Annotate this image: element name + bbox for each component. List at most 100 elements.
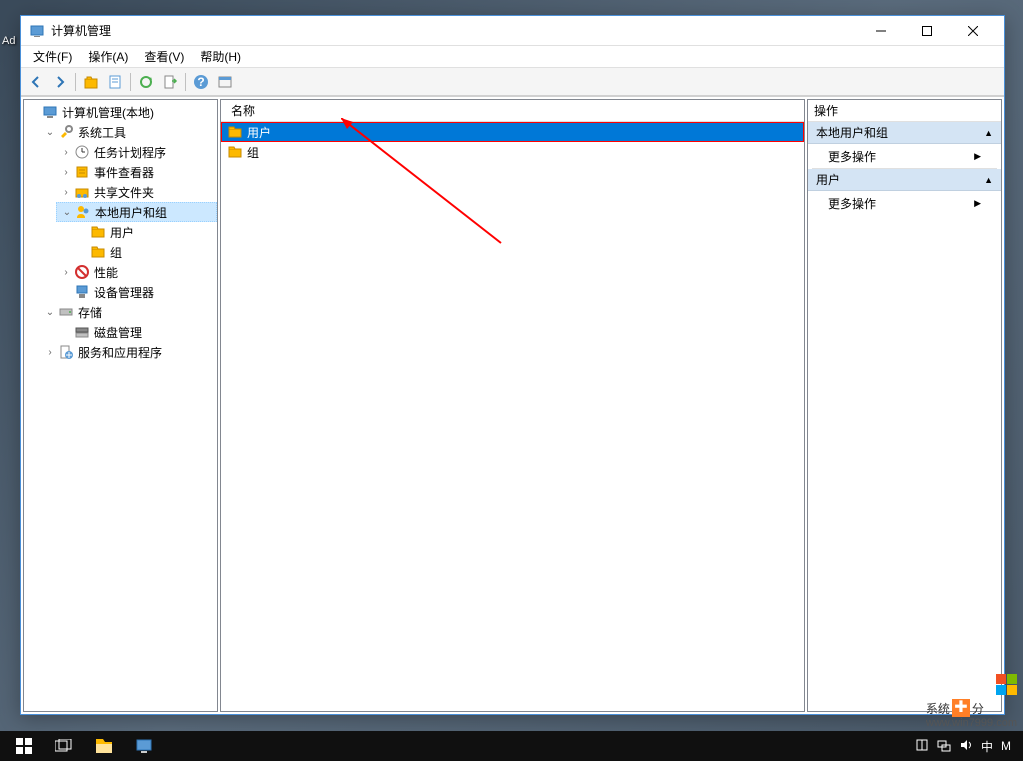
system-tray[interactable]: 中 M <box>907 738 1019 755</box>
tree-task-scheduler[interactable]: › 任务计划程序 <box>56 142 217 162</box>
tray-m[interactable]: M <box>1001 739 1011 753</box>
users-groups-icon <box>75 204 91 220</box>
list-item-label: 组 <box>247 144 259 161</box>
menu-view[interactable]: 查看(V) <box>136 46 192 67</box>
menu-file[interactable]: 文件(F) <box>25 46 80 67</box>
tree-label: 磁盘管理 <box>94 324 142 341</box>
maximize-button[interactable] <box>904 16 950 46</box>
tree-label: 服务和应用程序 <box>78 344 162 361</box>
watermark: 系统 ✚ 分 www.win7999.com <box>926 673 1017 729</box>
folder-icon <box>90 224 106 240</box>
tree-label: 存储 <box>78 304 102 321</box>
collapse-icon[interactable]: ▲ <box>984 128 993 138</box>
clock-icon <box>74 144 90 160</box>
file-explorer-button[interactable] <box>84 731 124 761</box>
chevron-right-icon[interactable]: › <box>58 144 74 160</box>
tree-root[interactable]: 计算机管理(本地) <box>24 102 217 122</box>
computer-management-window: 计算机管理 文件(F) 操作(A) 查看(V) 帮助(H) ? <box>20 15 1005 715</box>
tree-storage[interactable]: ⌄ 存储 <box>40 302 217 322</box>
tray-network-icon[interactable] <box>937 738 951 755</box>
shared-folder-icon <box>74 184 90 200</box>
forward-button[interactable] <box>49 71 71 93</box>
chevron-down-icon[interactable]: ⌄ <box>59 204 75 220</box>
properties-button[interactable] <box>104 71 126 93</box>
chevron-right-icon: ▶ <box>974 198 981 209</box>
export-button[interactable] <box>159 71 181 93</box>
content-area: 计算机管理(本地) ⌄ 系统工具 › 任务计划程序 <box>21 96 1004 714</box>
list-panel[interactable]: 名称 用户 组 <box>220 99 805 712</box>
show-hide-button[interactable] <box>214 71 236 93</box>
device-icon <box>74 284 90 300</box>
toolbar-separator <box>75 73 76 91</box>
tree-users[interactable]: 用户 <box>72 222 217 242</box>
performance-icon <box>74 264 90 280</box>
tree-label: 共享文件夹 <box>94 184 154 201</box>
collapse-icon[interactable]: ▲ <box>984 175 993 185</box>
list-item-label: 用户 <box>247 124 271 141</box>
windows-logo-icon <box>996 674 1017 695</box>
chevron-right-icon: ▶ <box>974 151 981 162</box>
chevron-down-icon[interactable]: ⌄ <box>42 304 58 320</box>
folder-icon <box>90 244 106 260</box>
column-name[interactable]: 名称 <box>227 102 259 119</box>
tree-expander[interactable] <box>26 104 42 120</box>
help-button[interactable]: ? <box>190 71 212 93</box>
storage-icon <box>58 304 74 320</box>
minimize-button[interactable] <box>858 16 904 46</box>
tree-shared-folders[interactable]: › 共享文件夹 <box>56 182 217 202</box>
tree-groups[interactable]: 组 <box>72 242 217 262</box>
toolbar: ? <box>21 68 1004 96</box>
tree-event-viewer[interactable]: › 事件查看器 <box>56 162 217 182</box>
mmc-app-button[interactable] <box>124 731 164 761</box>
tree-disk-management[interactable]: 磁盘管理 <box>56 322 217 342</box>
refresh-button[interactable] <box>135 71 157 93</box>
tree-panel[interactable]: 计算机管理(本地) ⌄ 系统工具 › 任务计划程序 <box>23 99 218 712</box>
tree-performance[interactable]: › 性能 <box>56 262 217 282</box>
tools-icon <box>58 124 74 140</box>
start-button[interactable] <box>4 731 44 761</box>
action-more-1[interactable]: 更多操作 ▶ <box>808 144 1001 168</box>
up-button[interactable] <box>80 71 102 93</box>
tree-local-users-groups[interactable]: ⌄ 本地用户和组 <box>56 202 217 222</box>
taskbar[interactable]: 中 M <box>0 731 1023 761</box>
chevron-right-icon[interactable]: › <box>58 164 74 180</box>
window-title: 计算机管理 <box>51 22 858 39</box>
back-button[interactable] <box>25 71 47 93</box>
task-view-button[interactable] <box>44 731 84 761</box>
tree-services-apps[interactable]: › 服务和应用程序 <box>40 342 217 362</box>
tree-device-manager[interactable]: 设备管理器 <box>56 282 217 302</box>
list-item-users[interactable]: 用户 <box>221 122 804 142</box>
event-icon <box>74 164 90 180</box>
menu-help[interactable]: 帮助(H) <box>192 46 249 67</box>
titlebar[interactable]: 计算机管理 <box>21 16 1004 46</box>
tray-volume-icon[interactable] <box>959 738 973 755</box>
chevron-right-icon[interactable]: › <box>58 184 74 200</box>
actions-header: 操作 <box>808 100 1001 122</box>
tree-label: 设备管理器 <box>94 284 154 301</box>
close-button[interactable] <box>950 16 996 46</box>
folder-icon <box>227 144 243 160</box>
tree-system-tools[interactable]: ⌄ 系统工具 <box>40 122 217 142</box>
actions-panel: 操作 本地用户和组 ▲ 更多操作 ▶ 用户 ▲ 更多操作 ▶ <box>807 99 1002 712</box>
svg-text:?: ? <box>197 75 204 89</box>
list-item-groups[interactable]: 组 <box>221 142 804 162</box>
chevron-down-icon[interactable]: ⌄ <box>42 124 58 140</box>
tree-label: 计算机管理(本地) <box>62 104 154 121</box>
tree-label: 系统工具 <box>78 124 126 141</box>
tree-label: 性能 <box>94 264 118 281</box>
tree-label: 组 <box>110 244 122 261</box>
disk-icon <box>74 324 90 340</box>
tray-ime[interactable]: 中 <box>981 738 993 755</box>
menu-action[interactable]: 操作(A) <box>80 46 136 67</box>
folder-icon <box>227 124 243 140</box>
tray-device-icon[interactable] <box>915 738 929 755</box>
chevron-right-icon[interactable]: › <box>42 344 58 360</box>
toolbar-separator <box>185 73 186 91</box>
list-header[interactable]: 名称 <box>221 100 804 122</box>
action-section-users[interactable]: 用户 ▲ <box>808 169 1001 191</box>
toolbar-separator <box>130 73 131 91</box>
chevron-right-icon[interactable]: › <box>58 264 74 280</box>
app-icon <box>29 23 45 39</box>
action-section-local-users[interactable]: 本地用户和组 ▲ <box>808 122 1001 144</box>
action-more-2[interactable]: 更多操作 ▶ <box>808 191 1001 215</box>
